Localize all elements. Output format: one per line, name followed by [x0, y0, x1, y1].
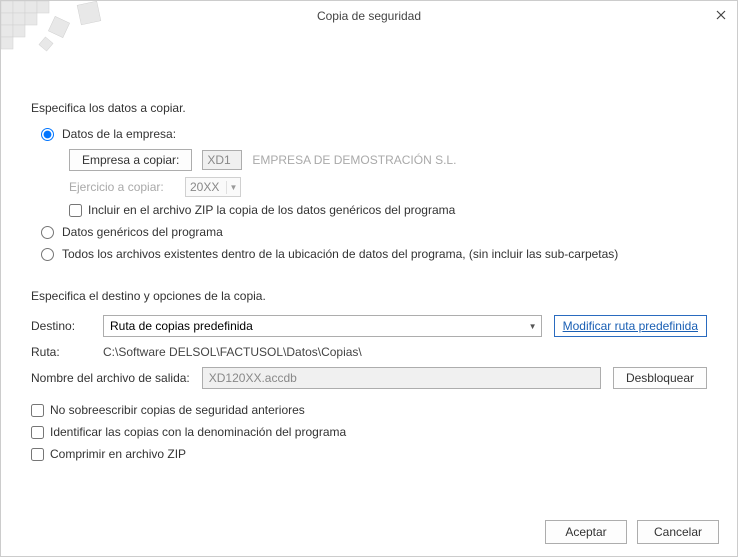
ruta-value: C:\Software DELSOL\FACTUSOL\Datos\Copias… — [103, 345, 362, 359]
output-filename-input — [202, 367, 601, 389]
empresa-code-input — [202, 150, 242, 170]
desbloquear-button[interactable]: Desbloquear — [613, 367, 707, 389]
checkbox-incluir-zip-genericos-label: Incluir en el archivo ZIP la copia de lo… — [88, 203, 455, 217]
ejercicio-label: Ejercicio a copiar: — [69, 180, 175, 194]
section1-heading: Especifica los datos a copiar. — [31, 101, 707, 115]
destino-label: Destino: — [31, 319, 91, 333]
titlebar: Copia de seguridad — [1, 1, 737, 31]
radio-datos-empresa[interactable] — [41, 128, 54, 141]
checkbox-comprimir-zip[interactable] — [31, 448, 44, 461]
checkbox-no-sobreescribir[interactable] — [31, 404, 44, 417]
empresa-copiar-button[interactable]: Empresa a copiar: — [69, 149, 192, 171]
accept-button[interactable]: Aceptar — [545, 520, 627, 544]
chevron-down-icon: ▼ — [226, 181, 240, 194]
destino-combobox[interactable]: ▼ — [103, 315, 542, 337]
radio-datos-genericos[interactable] — [41, 226, 54, 239]
radio-todos-archivos-label: Todos los archivos existentes dentro de … — [62, 247, 618, 261]
cancel-button[interactable]: Cancelar — [637, 520, 719, 544]
checkbox-identificar-label: Identificar las copias con la denominaci… — [50, 425, 346, 439]
modificar-ruta-button[interactable]: Modificar ruta predefinida — [554, 315, 707, 337]
output-filename-label: Nombre del archivo de salida: — [31, 371, 190, 385]
window-title: Copia de seguridad — [317, 9, 421, 23]
checkbox-incluir-zip-genericos[interactable] — [69, 204, 82, 217]
section2-heading: Especifica el destino y opciones de la c… — [31, 289, 707, 303]
radio-todos-archivos[interactable] — [41, 248, 54, 261]
checkbox-no-sobreescribir-label: No sobreescribir copias de seguridad ant… — [50, 403, 305, 417]
ruta-label: Ruta: — [31, 345, 91, 359]
chevron-down-icon[interactable]: ▼ — [525, 322, 541, 331]
dialog-footer: Aceptar Cancelar — [545, 520, 719, 544]
radio-datos-empresa-label: Datos de la empresa: — [62, 127, 176, 141]
destino-value — [104, 317, 525, 335]
app-logo — [1, 1, 111, 61]
checkbox-identificar[interactable] — [31, 426, 44, 439]
ejercicio-value — [186, 178, 226, 196]
close-button[interactable] — [713, 7, 729, 23]
checkbox-comprimir-zip-label: Comprimir en archivo ZIP — [50, 447, 186, 461]
ejercicio-select[interactable]: ▼ — [185, 177, 241, 197]
radio-datos-genericos-label: Datos genéricos del programa — [62, 225, 223, 239]
empresa-name-text: EMPRESA DE DEMOSTRACIÓN S.L. — [252, 153, 456, 167]
close-icon — [716, 10, 726, 20]
